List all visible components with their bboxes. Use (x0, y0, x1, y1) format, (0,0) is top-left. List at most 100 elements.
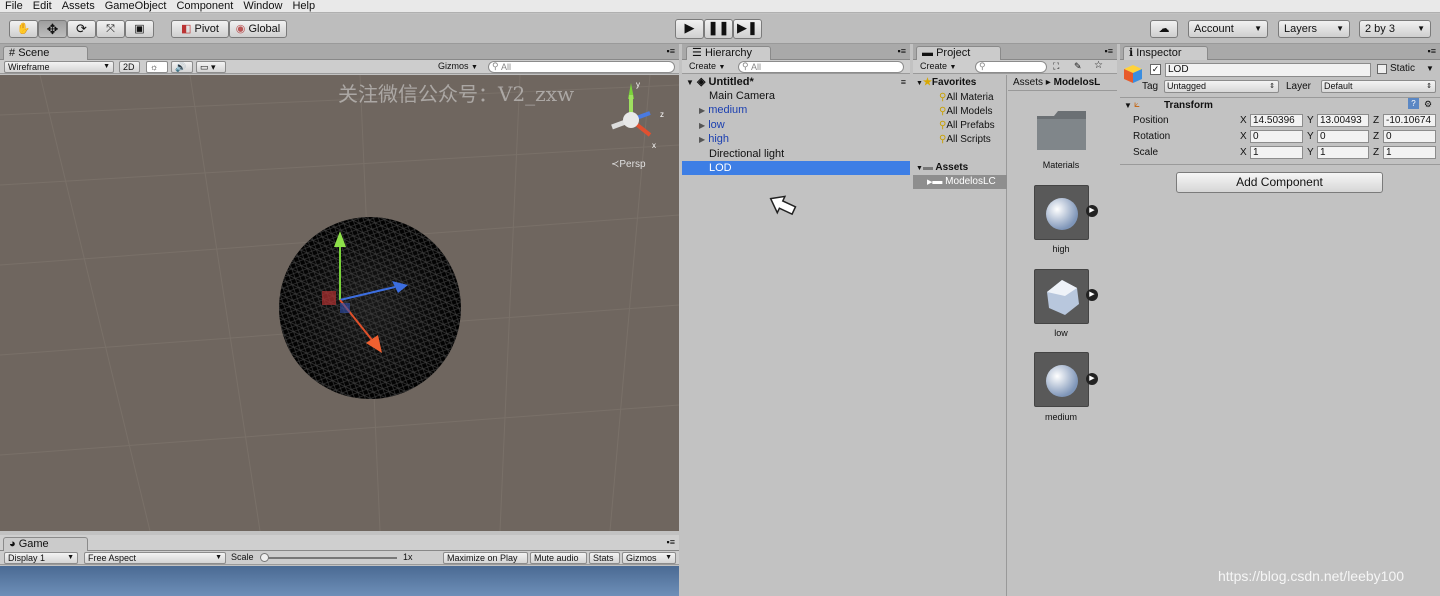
account-dropdown[interactable]: Account ▼ (1188, 20, 1268, 38)
scale-z-input[interactable]: 1 (1383, 146, 1436, 159)
hierarchy-item-main-camera[interactable]: Main Camera (682, 89, 910, 103)
tab-scene[interactable]: # Scene (3, 46, 88, 61)
menu-assets[interactable]: Assets (57, 0, 100, 12)
filter-label-icon[interactable]: ✎ (1074, 61, 1082, 72)
mute-audio-toggle[interactable]: Mute audio (530, 552, 587, 564)
panel-menu-icon[interactable]: ▪≡ (667, 46, 675, 56)
stats-toggle[interactable]: Stats (589, 552, 620, 564)
add-component-button[interactable]: Add Component (1176, 172, 1383, 193)
filter-type-icon[interactable]: ⛶ (1053, 61, 1059, 72)
favorites-header[interactable]: ▼★Favorites (913, 76, 1007, 90)
help-icon[interactable]: ? (1408, 98, 1419, 109)
scale-slider-thumb[interactable] (260, 553, 269, 562)
cloud-button[interactable]: ☁ (1150, 20, 1178, 38)
scale-x-input[interactable]: 1 (1250, 146, 1303, 159)
hierarchy-search-input[interactable]: ⚲ All (738, 61, 904, 73)
asset-high-prefab[interactable] (1034, 185, 1089, 240)
static-dropdown-arrow-icon[interactable]: ▼ (1426, 62, 1434, 75)
game-view[interactable] (0, 566, 679, 596)
scene-menu-icon[interactable]: ≡ (901, 75, 906, 89)
audio-toggle[interactable]: 🔊 (171, 61, 193, 73)
game-gizmos-dropdown[interactable]: Gizmos ▼ (622, 552, 676, 564)
project-create-dropdown[interactable]: Create ▼ (917, 61, 967, 73)
position-z-input[interactable]: -10.10674 (1383, 114, 1436, 127)
rotate-tool-button[interactable]: ⟳ (67, 20, 96, 38)
projection-label[interactable]: ≺Persp (611, 159, 646, 170)
play-button[interactable]: ▶ (675, 19, 704, 39)
assets-header[interactable]: ▼▬ Assets (913, 161, 1007, 175)
rotation-y-input[interactable]: 0 (1317, 130, 1369, 143)
asset-low-prefab[interactable] (1034, 269, 1089, 324)
gizmos-dropdown[interactable]: Gizmos ▼ (435, 61, 482, 73)
favorite-all-scripts[interactable]: ⚲All Scripts (913, 133, 1007, 147)
display-dropdown[interactable]: Display 1 ▼ (4, 552, 78, 564)
step-button[interactable]: ▶❚ (733, 19, 762, 39)
scene-search-input[interactable]: ⚲ All (488, 61, 675, 73)
rotation-x-input[interactable]: 0 (1250, 130, 1303, 143)
position-y-input[interactable]: 13.00493 (1317, 114, 1369, 127)
hierarchy-item-directional-light[interactable]: Directional light (682, 147, 910, 161)
layer-dropdown[interactable]: Default ⇕ (1321, 80, 1436, 93)
effects-toggle[interactable]: ▭ ▾ (196, 61, 226, 73)
static-checkbox[interactable] (1377, 64, 1387, 74)
shading-mode-dropdown[interactable]: Wireframe ▼ (4, 61, 114, 73)
asset-materials-folder[interactable] (1034, 108, 1089, 153)
star-filter-icon[interactable]: ☆ (1094, 60, 1103, 71)
favorite-all-prefabs[interactable]: ⚲All Prefabs (913, 119, 1007, 133)
hierarchy-item-high[interactable]: ▶ high (682, 132, 910, 146)
transform-header[interactable]: ▼ ⟀ Transform ? ⚙ (1122, 98, 1440, 113)
rect-tool-button[interactable]: ▣ (125, 20, 154, 38)
menu-gameobject[interactable]: GameObject (100, 0, 172, 12)
tag-dropdown[interactable]: Untagged ⇕ (1164, 80, 1279, 93)
menu-file[interactable]: File (0, 0, 28, 12)
hierarchy-create-dropdown[interactable]: Create ▼ (686, 61, 734, 73)
breadcrumb-folder[interactable]: ModelosL (1054, 77, 1101, 88)
layers-dropdown[interactable]: Layers ▼ (1278, 20, 1350, 38)
folder-modeloslod[interactable]: ▶▬ ModelosLC (913, 175, 1007, 189)
2d-toggle[interactable]: 2D (119, 61, 140, 73)
rotation-z-input[interactable]: 0 (1383, 130, 1436, 143)
favorite-all-models[interactable]: ⚲All Models (913, 105, 1007, 119)
hierarchy-item-lod[interactable]: LOD (682, 161, 910, 175)
hand-tool-button[interactable]: ✋ (9, 20, 38, 38)
hierarchy-item-medium[interactable]: ▶ medium (682, 103, 910, 117)
orientation-gizmo[interactable]: z x y (611, 80, 664, 150)
tab-inspector[interactable]: ℹ Inspector (1123, 46, 1208, 61)
expand-prefab-icon[interactable]: ▶ (1086, 373, 1098, 385)
menu-component[interactable]: Component (171, 0, 238, 12)
layout-dropdown[interactable]: 2 by 3 ▼ (1359, 20, 1431, 38)
pause-button[interactable]: ❚❚ (704, 19, 733, 39)
favorite-all-materials[interactable]: ⚲All Materia (913, 91, 1007, 105)
scale-slider[interactable] (260, 553, 397, 562)
tab-project[interactable]: ▬ Project (916, 46, 1001, 61)
menu-edit[interactable]: Edit (28, 0, 57, 12)
project-search-input[interactable]: ⚲ (975, 61, 1047, 73)
global-toggle[interactable]: ◉ Global (229, 20, 287, 38)
scale-tool-button[interactable]: ⤧ (96, 20, 125, 38)
hierarchy-item-low[interactable]: ▶ low (682, 118, 910, 132)
object-name-input[interactable]: LOD (1165, 63, 1371, 77)
panel-menu-icon[interactable]: ▪≡ (1105, 46, 1113, 56)
panel-menu-icon[interactable]: ▪≡ (667, 537, 675, 547)
active-checkbox[interactable]: ✓ (1150, 64, 1161, 75)
scene-view[interactable]: z x y ≺Persp 关注微信公众号：V2_zxw (0, 75, 679, 531)
tab-hierarchy[interactable]: ☰ Hierarchy (686, 46, 771, 61)
maximize-on-play-toggle[interactable]: Maximize on Play (443, 552, 528, 564)
gear-icon[interactable]: ⚙ (1424, 98, 1432, 111)
menu-window[interactable]: Window (238, 0, 287, 12)
expand-prefab-icon[interactable]: ▶ (1086, 205, 1098, 217)
asset-medium-prefab[interactable] (1034, 352, 1089, 407)
breadcrumb-assets[interactable]: Assets (1013, 77, 1043, 88)
position-x-input[interactable]: 14.50396 (1250, 114, 1303, 127)
expand-prefab-icon[interactable]: ▶ (1086, 289, 1098, 301)
tab-game[interactable]: ◕ Game (3, 537, 88, 552)
panel-menu-icon[interactable]: ▪≡ (1428, 46, 1436, 56)
move-tool-button[interactable]: ✥ (38, 20, 67, 38)
lighting-toggle[interactable]: ☼ (146, 61, 168, 73)
scale-y-input[interactable]: 1 (1317, 146, 1369, 159)
menu-help[interactable]: Help (287, 0, 320, 12)
panel-menu-icon[interactable]: ▪≡ (898, 46, 906, 56)
aspect-dropdown[interactable]: Free Aspect ▼ (84, 552, 226, 564)
scene-root-row[interactable]: ▼ ◈ Untitled* ≡ (682, 75, 910, 89)
pivot-toggle[interactable]: ◧ Pivot (171, 20, 229, 38)
